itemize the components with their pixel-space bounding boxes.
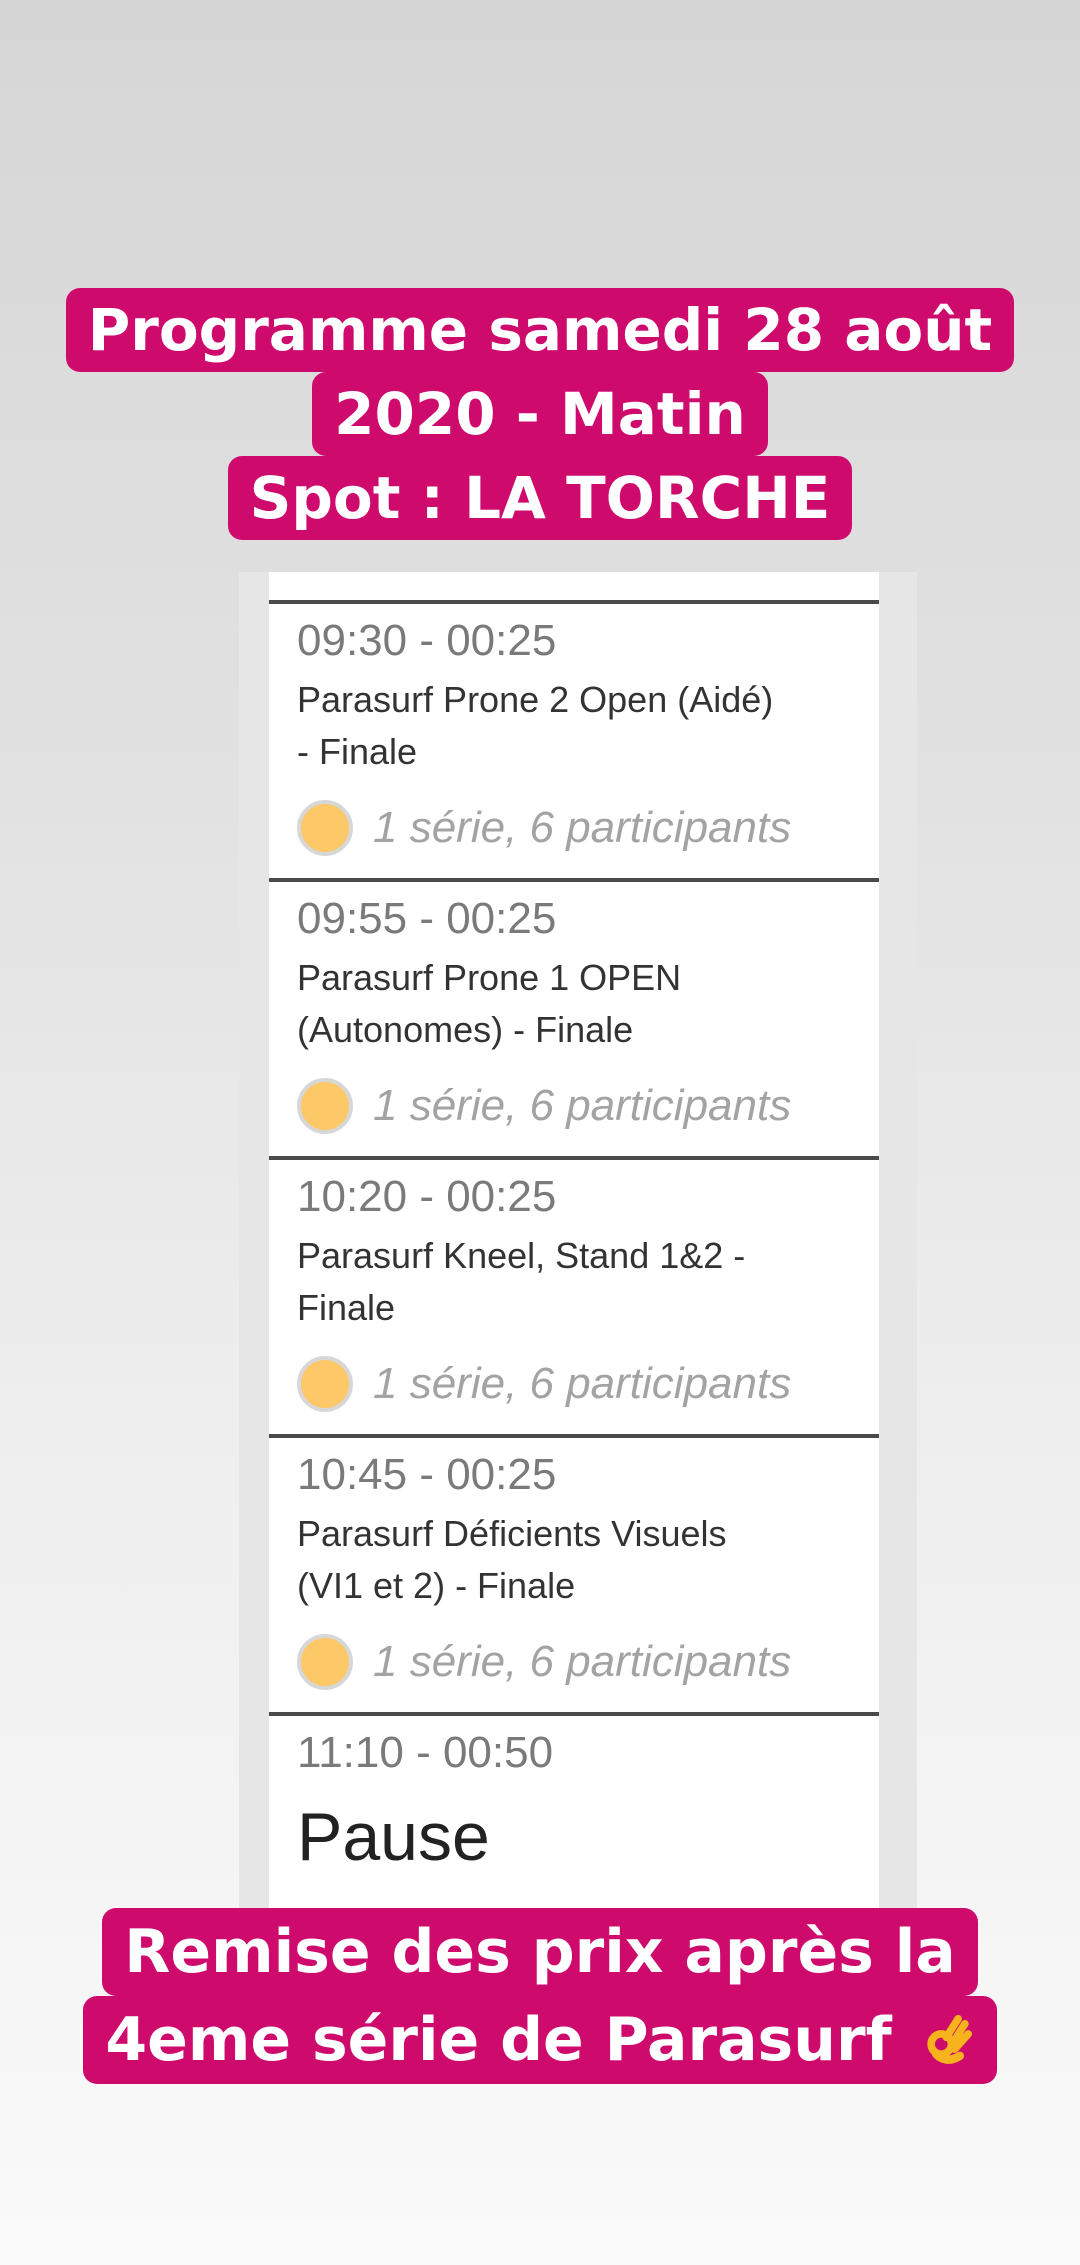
item-title: Parasurf Prone 2 Open (Aidé) - Finale (297, 674, 857, 778)
item-heats: 1 série, 6 participants (297, 800, 791, 856)
heat-count: 1 série, 6 participants (373, 1359, 792, 1408)
item-title-line: Parasurf Kneel, Stand 1&2 - (297, 1235, 746, 1276)
item-title-line: (VI1 et 2) - Finale (297, 1565, 576, 1606)
schedule-item[interactable]: 09:30 - 00:25 Parasurf Prone 2 Open (Aid… (269, 604, 879, 882)
pause-item[interactable]: 11:10 - 00:50 Pause (269, 1716, 879, 1912)
heat-status-icon (297, 1356, 353, 1412)
schedule-item[interactable]: 10:45 - 00:25 Parasurf Déficients Visuel… (269, 1438, 879, 1716)
caption-bottom-line-2: 4eme série de Parasurf (105, 2005, 892, 2075)
caption-bottom-line-1: Remise des prix après la (102, 1908, 978, 1996)
schedule-item[interactable]: 10:20 - 00:25 Parasurf Kneel, Stand 1&2 … (269, 1160, 879, 1438)
item-time: 10:20 - 00:25 (297, 1172, 557, 1221)
item-heats: 1 série, 6 participants (297, 1356, 791, 1412)
item-title-line: (Autonomes) - Finale (297, 1009, 634, 1050)
caption-top-line-2: 2020 - Matin (312, 372, 768, 456)
heat-count: 1 série, 6 participants (373, 1081, 792, 1130)
item-time: 09:30 - 00:25 (297, 616, 557, 665)
item-title: Parasurf Prone 1 OPEN (Autonomes) - Fina… (297, 952, 857, 1056)
list-divider (269, 572, 879, 604)
item-title: Parasurf Déficients Visuels (VI1 et 2) -… (297, 1508, 857, 1612)
item-heats: 1 série, 6 participants (297, 1078, 791, 1134)
item-heats: 1 série, 6 participants (297, 1634, 791, 1690)
heat-status-icon (297, 1078, 353, 1134)
schedule-item[interactable]: 09:55 - 00:25 Parasurf Prone 1 OPEN (Aut… (269, 882, 879, 1160)
caption-top: Programme samedi 28 août 2020 - Matin Sp… (0, 288, 1080, 540)
caption-top-line-1: Programme samedi 28 août (65, 288, 1015, 372)
item-time: 10:45 - 00:25 (297, 1450, 557, 1499)
heat-status-icon (297, 1634, 353, 1690)
item-title: Parasurf Kneel, Stand 1&2 - Finale (297, 1230, 857, 1334)
heat-count: 1 série, 6 participants (373, 803, 792, 852)
caption-bottom-line-2-wrap: 4eme série de Parasurf (83, 1996, 997, 2084)
heat-count: 1 série, 6 participants (373, 1637, 792, 1686)
pause-title: Pause (297, 1799, 490, 1875)
item-title-line: Parasurf Déficients Visuels (297, 1513, 727, 1554)
item-title-line: - Finale (297, 731, 418, 772)
item-time: 09:55 - 00:25 (297, 894, 557, 943)
caption-bottom: Remise des prix après la 4eme série de P… (0, 1908, 1080, 2084)
item-title-line: Parasurf Prone 1 OPEN (297, 957, 682, 998)
schedule-list: 09:30 - 00:25 Parasurf Prone 2 Open (Aid… (269, 572, 879, 1912)
schedule-screenshot: 09:30 - 00:25 Parasurf Prone 2 Open (Aid… (239, 572, 917, 1912)
heat-status-icon (297, 800, 353, 856)
pause-time: 11:10 - 00:50 (297, 1728, 554, 1777)
item-title-line: Parasurf Prone 2 Open (Aidé) (297, 679, 774, 720)
item-title-line: Finale (297, 1287, 396, 1328)
ok-hand-emoji-icon (926, 2014, 972, 2064)
caption-top-line-3: Spot : LA TORCHE (227, 456, 853, 540)
